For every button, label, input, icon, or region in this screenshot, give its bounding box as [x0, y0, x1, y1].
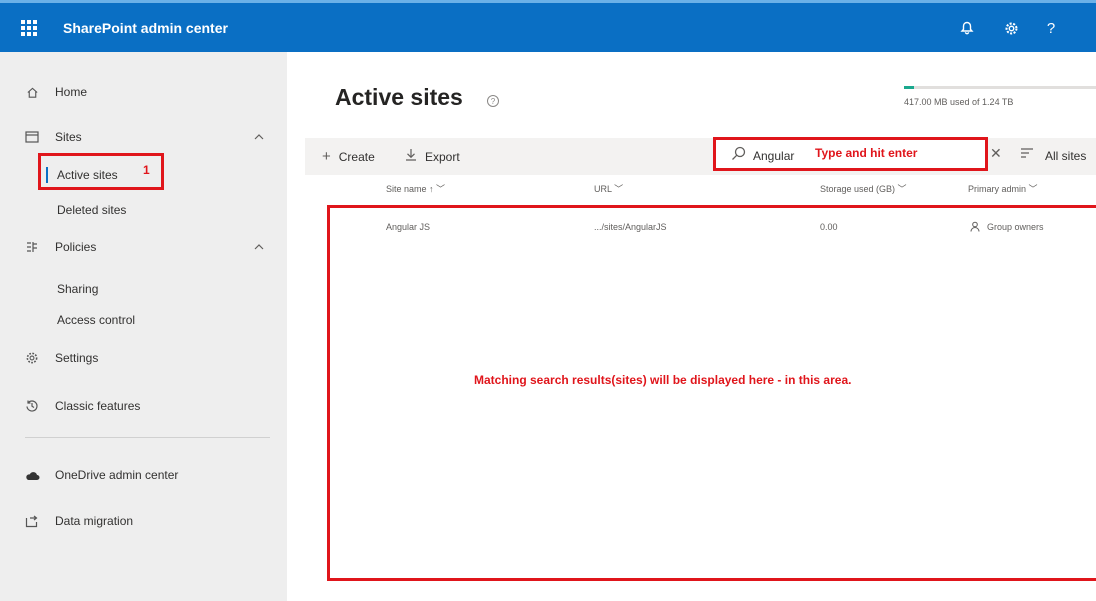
home-icon: [24, 84, 40, 100]
sidebar-item-classic-features[interactable]: Classic features: [0, 395, 287, 417]
chevron-up-icon[interactable]: [253, 241, 265, 253]
download-icon: [405, 148, 417, 165]
sidebar-item-label: Home: [55, 85, 88, 99]
sidebar-item-deleted-sites[interactable]: Deleted sites: [0, 199, 287, 221]
cell-url: .../sites/AngularJS: [594, 222, 667, 232]
top-bar: SharePoint admin center ?: [0, 0, 1096, 52]
export-label: Export: [425, 149, 460, 164]
sidebar-item-onedrive[interactable]: OneDrive admin center: [0, 464, 287, 486]
history-icon: [24, 398, 40, 414]
cell-storage: 0.00: [820, 222, 838, 232]
create-label: Create: [338, 149, 375, 164]
person-icon: [970, 221, 980, 232]
sidebar-item-policies[interactable]: Policies: [0, 236, 287, 258]
results-highlight: [327, 205, 1096, 581]
chevron-up-icon[interactable]: [253, 131, 265, 143]
sidebar-item-label: Policies: [55, 240, 97, 254]
sidebar-item-label: Sharing: [57, 282, 99, 296]
sidebar-item-label: OneDrive admin center: [55, 468, 179, 482]
storage-usage-text: 417.00 MB used of 1.24 TB: [904, 97, 1014, 107]
sidebar-item-label: Classic features: [55, 399, 141, 413]
info-icon[interactable]: ?: [487, 95, 499, 107]
sidebar-divider: [25, 437, 270, 438]
sidebar-item-data-migration[interactable]: Data migration: [0, 510, 287, 532]
export-button[interactable]: Export: [405, 148, 460, 165]
sidebar-item-home[interactable]: Home: [0, 81, 287, 103]
filter-icon: [1021, 148, 1033, 158]
sidebar-item-access-control[interactable]: Access control: [0, 309, 287, 331]
results-annotation: Matching search results(sites) will be d…: [474, 373, 852, 387]
page-title: Active sites: [335, 84, 463, 110]
column-header-site-name[interactable]: Site name ↑ ﹀: [386, 182, 445, 195]
sidebar-item-label: Sites: [55, 130, 82, 144]
storage-progress-bar: [904, 86, 1096, 89]
sidebar-item-label: Active sites: [57, 168, 118, 182]
column-header-primary-admin[interactable]: Primary admin ﹀: [968, 182, 1038, 195]
column-header-storage[interactable]: Storage used (GB) ﹀: [820, 182, 907, 195]
migration-icon: [24, 513, 40, 529]
sidebar-item-settings[interactable]: Settings: [0, 347, 287, 369]
all-sites-view-selector[interactable]: All sites: [1045, 149, 1086, 163]
create-button[interactable]: + Create: [322, 148, 375, 165]
cell-primary-admin: Group owners: [987, 222, 1044, 232]
sidebar-item-sharing[interactable]: Sharing: [0, 278, 287, 300]
sidebar-item-label: Access control: [57, 313, 136, 327]
search-icon: [732, 146, 746, 160]
sidebar-item-label: Settings: [55, 351, 99, 365]
help-icon[interactable]: ?: [1040, 17, 1062, 39]
settings-icon: [24, 350, 40, 366]
app-title[interactable]: SharePoint admin center: [63, 20, 228, 36]
policies-icon: [24, 239, 40, 255]
column-header-url[interactable]: URL ﹀: [594, 182, 623, 195]
waffle-icon[interactable]: [21, 20, 37, 36]
bell-icon[interactable]: [956, 17, 978, 39]
plus-icon: +: [322, 148, 331, 165]
annotation-number: 1: [143, 163, 150, 177]
gear-icon[interactable]: [1000, 17, 1022, 39]
cloud-icon: [24, 467, 40, 483]
sidebar-item-label: Deleted sites: [57, 203, 127, 217]
search-annotation: Type and hit enter: [815, 146, 918, 160]
storage-progress-fill: [904, 86, 914, 89]
clear-search-icon[interactable]: ✕: [990, 145, 1002, 162]
sites-icon: [24, 129, 40, 145]
cell-site-name[interactable]: Angular JS: [386, 222, 430, 232]
sidebar-item-sites[interactable]: Sites: [0, 126, 287, 148]
sidebar-item-label: Data migration: [55, 514, 134, 528]
search-value[interactable]: Angular: [753, 149, 794, 163]
